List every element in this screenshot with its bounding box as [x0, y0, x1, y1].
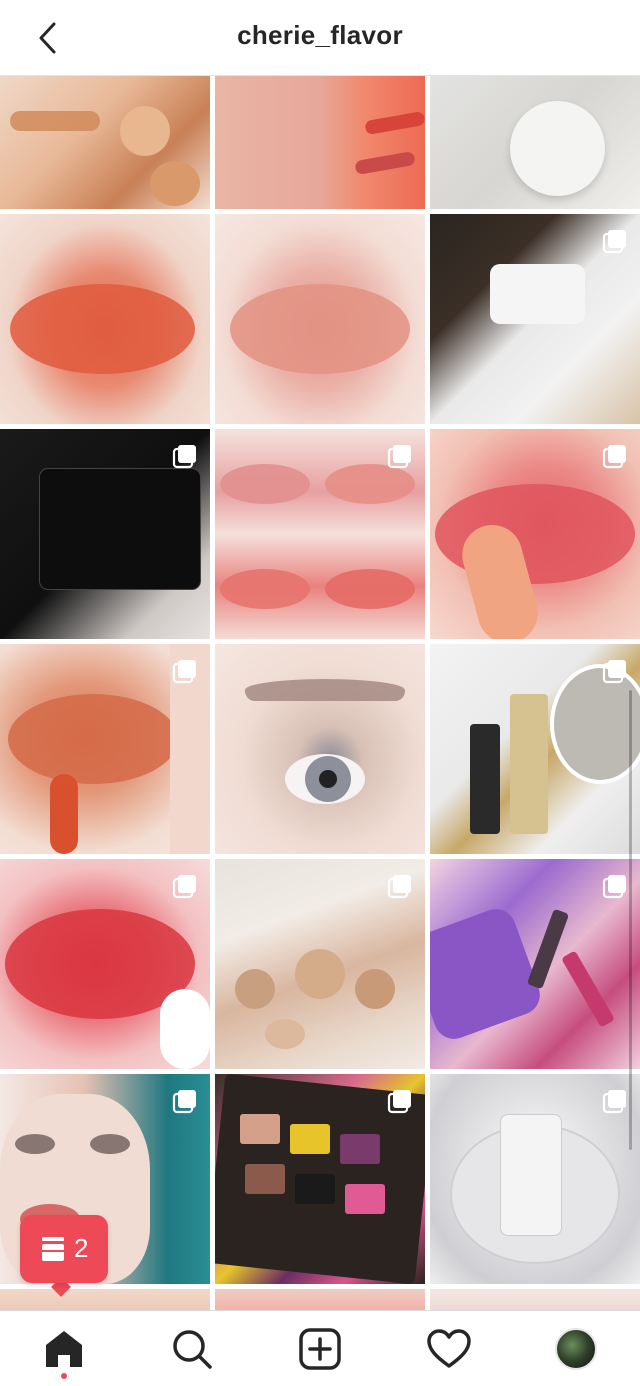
stack-icon [42, 1237, 64, 1261]
grid-post[interactable] [0, 76, 210, 209]
active-indicator-dot [61, 1373, 67, 1379]
add-post-icon[interactable] [296, 1325, 344, 1373]
page-title: cherie_flavor [237, 20, 403, 50]
multiple-photos-icon [172, 1090, 196, 1114]
grid-post[interactable] [215, 214, 425, 424]
badge-count: 2 [74, 1233, 89, 1263]
grid-post[interactable] [430, 644, 640, 854]
grid-post[interactable] [430, 76, 640, 209]
bottom-nav [0, 1310, 640, 1386]
collection-badge[interactable]: 2 [20, 1215, 108, 1283]
grid-post[interactable] [215, 1289, 425, 1310]
grid-post[interactable] [215, 644, 425, 854]
grid-post[interactable] [215, 1074, 425, 1284]
multiple-photos-icon [172, 445, 196, 469]
multiple-photos-icon [602, 445, 626, 469]
grid-post[interactable] [0, 859, 210, 1069]
multiple-photos-icon [387, 445, 411, 469]
grid-post[interactable] [430, 1074, 640, 1284]
multiple-photos-icon [602, 660, 626, 684]
home-icon[interactable] [40, 1325, 88, 1373]
multiple-photos-icon [172, 660, 196, 684]
grid-post[interactable] [0, 644, 210, 854]
multiple-photos-icon [387, 875, 411, 899]
profile-header: cherie_flavor [0, 0, 640, 76]
grid-post[interactable] [430, 1289, 640, 1310]
multiple-photos-icon [602, 230, 626, 254]
multiple-photos-icon [172, 875, 196, 899]
multiple-photos-icon [387, 1090, 411, 1114]
scroll-indicator[interactable] [629, 690, 632, 1150]
profile-avatar[interactable] [555, 1328, 597, 1370]
multiple-photos-icon [602, 1090, 626, 1114]
grid-post[interactable] [215, 76, 425, 209]
search-icon[interactable] [168, 1325, 216, 1373]
grid-post[interactable] [430, 429, 640, 639]
grid-post[interactable] [430, 859, 640, 1069]
grid-post[interactable] [430, 214, 640, 424]
grid-post[interactable] [0, 1289, 210, 1310]
grid-post[interactable] [215, 859, 425, 1069]
grid-post[interactable] [215, 429, 425, 639]
grid-post[interactable] [0, 429, 210, 639]
multiple-photos-icon [602, 875, 626, 899]
grid-post[interactable] [0, 214, 210, 424]
heart-icon[interactable] [425, 1325, 473, 1373]
photo-grid [0, 76, 640, 1310]
